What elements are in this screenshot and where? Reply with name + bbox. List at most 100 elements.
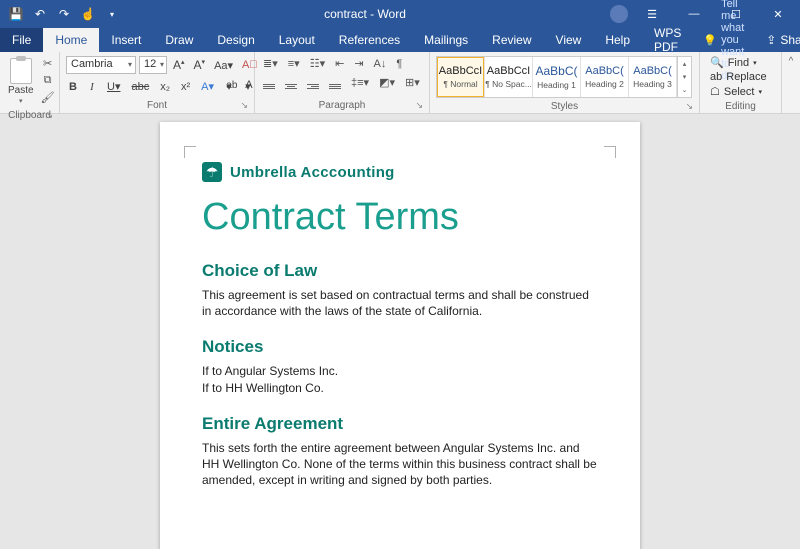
borders-button[interactable]: ⊞▾ bbox=[403, 75, 422, 90]
dialog-launcher-icon[interactable]: ↘ bbox=[240, 100, 248, 111]
align-right-button[interactable] bbox=[305, 75, 321, 90]
tab-wps-pdf[interactable]: WPS PDF bbox=[642, 28, 693, 52]
window-title: contract - Word bbox=[120, 7, 610, 21]
cursor-icon: ☖ bbox=[710, 85, 720, 98]
page: ☂ Umbrella Acccounting Contract Terms Ch… bbox=[160, 122, 640, 549]
style-name: ¶ No Spac... bbox=[485, 79, 532, 89]
tab-layout[interactable]: Layout bbox=[267, 28, 327, 52]
style-sample: AaBbC( bbox=[633, 65, 672, 77]
document-title: Contract Terms bbox=[202, 196, 598, 239]
title-bar: 💾 ↶ ↷ ☝ ▾ contract - Word ☰ — ☐ ✕ bbox=[0, 0, 800, 28]
format-painter-icon[interactable]: 🖌 bbox=[40, 90, 56, 104]
text-effects-button[interactable]: A▾ bbox=[198, 79, 217, 94]
group-label-font: Font↘ bbox=[64, 99, 250, 113]
chevron-down-icon: ▾ bbox=[160, 60, 164, 69]
tab-design[interactable]: Design bbox=[205, 28, 266, 52]
font-name-combo[interactable]: Cambria▾ bbox=[66, 56, 136, 74]
close-button[interactable]: ✕ bbox=[760, 0, 796, 28]
replace-button[interactable]: abReplace bbox=[706, 71, 771, 83]
tab-insert[interactable]: Insert bbox=[99, 28, 153, 52]
styles-gallery-more[interactable]: ▴▾⌄ bbox=[677, 57, 691, 97]
dialog-launcher-icon[interactable]: ↘ bbox=[415, 100, 423, 111]
tab-draw[interactable]: Draw bbox=[153, 28, 205, 52]
italic-button[interactable]: I bbox=[85, 80, 99, 94]
quick-access-toolbar: 💾 ↶ ↷ ☝ ▾ bbox=[0, 6, 120, 22]
style-name: Heading 2 bbox=[585, 79, 624, 89]
style-heading-2[interactable]: AaBbC( Heading 2 bbox=[581, 57, 629, 97]
undo-icon[interactable]: ↶ bbox=[32, 6, 48, 22]
crop-mark bbox=[604, 146, 616, 158]
multilevel-list-button[interactable]: ☷▾ bbox=[308, 56, 327, 71]
font-color-button[interactable]: A▾ bbox=[241, 79, 255, 94]
change-case-button[interactable]: Aa▾ bbox=[211, 58, 236, 73]
tab-home[interactable]: Home bbox=[43, 28, 99, 52]
font-size-combo[interactable]: 12▾ bbox=[139, 56, 167, 74]
align-center-button[interactable] bbox=[283, 75, 299, 90]
styles-gallery: AaBbCcI ¶ Normal AaBbCcI ¶ No Spac... Aa… bbox=[436, 56, 692, 98]
redo-icon[interactable]: ↷ bbox=[56, 6, 72, 22]
style-sample: AaBbCcI bbox=[439, 65, 482, 77]
tab-file[interactable]: File bbox=[0, 28, 43, 52]
tab-help[interactable]: Help bbox=[593, 28, 642, 52]
style-sample: AaBbC( bbox=[585, 65, 624, 77]
shading-button[interactable]: ◩▾ bbox=[377, 75, 397, 90]
line-spacing-button[interactable]: ‡≡▾ bbox=[349, 75, 371, 90]
tab-mailings[interactable]: Mailings bbox=[412, 28, 480, 52]
style-no-spacing[interactable]: AaBbCcI ¶ No Spac... bbox=[485, 57, 533, 97]
style-normal[interactable]: AaBbCcI ¶ Normal bbox=[437, 57, 485, 97]
style-name: Heading 3 bbox=[633, 79, 672, 89]
copy-icon[interactable]: ⧉ bbox=[40, 73, 56, 87]
ribbon: Paste ▾ ✂ ⧉ 🖌 Clipboard↘ Cambria▾ 12▾ A▴… bbox=[0, 52, 800, 114]
sort-button[interactable]: A↓ bbox=[372, 57, 389, 71]
tab-view[interactable]: View bbox=[544, 28, 594, 52]
section-body: This sets forth the entire agreement bet… bbox=[202, 440, 598, 489]
ribbon-options-icon[interactable]: ☰ bbox=[634, 0, 670, 28]
select-button[interactable]: ☖Select▾ bbox=[706, 85, 771, 98]
show-marks-button[interactable]: ¶ bbox=[394, 57, 404, 71]
dialog-launcher-icon[interactable]: ↘ bbox=[685, 101, 693, 112]
document-area[interactable]: ☂ Umbrella Acccounting Contract Terms Ch… bbox=[0, 114, 800, 549]
user-avatar[interactable] bbox=[610, 5, 628, 23]
justify-button[interactable] bbox=[327, 75, 343, 90]
section-heading: Entire Agreement bbox=[202, 414, 598, 434]
underline-button[interactable]: U▾ bbox=[104, 79, 123, 94]
qat-dropdown-icon[interactable]: ▾ bbox=[104, 6, 120, 22]
tell-me-search[interactable]: 💡 Tell me what you want to do bbox=[693, 28, 754, 52]
decrease-indent-button[interactable]: ⇤ bbox=[333, 56, 346, 71]
share-button[interactable]: ⇪ Share bbox=[754, 28, 800, 52]
group-label-styles: Styles↘ bbox=[434, 100, 695, 114]
minimize-button[interactable]: — bbox=[676, 0, 712, 28]
strikethrough-button[interactable]: abc bbox=[128, 80, 152, 94]
superscript-button[interactable]: x² bbox=[178, 80, 193, 94]
clipboard-icon bbox=[10, 58, 32, 84]
cut-icon[interactable]: ✂ bbox=[40, 56, 56, 70]
dialog-launcher-icon[interactable]: ↘ bbox=[45, 110, 53, 121]
shrink-font-button[interactable]: A▾ bbox=[191, 57, 209, 73]
style-heading-3[interactable]: AaBbC( Heading 3 bbox=[629, 57, 677, 97]
bullets-button[interactable]: ≣▾ bbox=[261, 56, 280, 71]
find-button[interactable]: 🔍Find▾ bbox=[706, 56, 771, 69]
section-body: This agreement is set based on contractu… bbox=[202, 287, 598, 319]
lightbulb-icon: 💡 bbox=[703, 34, 717, 47]
increase-indent-button[interactable]: ⇥ bbox=[352, 56, 365, 71]
section-heading: Notices bbox=[202, 337, 598, 357]
subscript-button[interactable]: x₂ bbox=[157, 80, 173, 94]
grow-font-button[interactable]: A▴ bbox=[170, 57, 188, 73]
collapse-ribbon-icon[interactable]: ^ bbox=[789, 56, 794, 67]
style-heading-1[interactable]: AaBbC( Heading 1 bbox=[533, 57, 581, 97]
search-icon: 🔍 bbox=[710, 56, 724, 69]
tab-references[interactable]: References bbox=[327, 28, 412, 52]
save-icon[interactable]: 💾 bbox=[8, 6, 24, 22]
style-sample: AaBbC( bbox=[535, 64, 577, 78]
paste-label: Paste bbox=[8, 85, 34, 96]
align-left-button[interactable] bbox=[261, 75, 277, 90]
group-label-paragraph: Paragraph↘ bbox=[259, 99, 425, 113]
ribbon-tabs: File Home Insert Draw Design Layout Refe… bbox=[0, 28, 800, 52]
paste-button[interactable]: Paste ▾ bbox=[6, 56, 36, 107]
numbering-button[interactable]: ≡▾ bbox=[286, 56, 302, 71]
highlight-button[interactable]: ab▾ bbox=[222, 79, 236, 94]
tab-review[interactable]: Review bbox=[480, 28, 543, 52]
touch-mode-icon[interactable]: ☝ bbox=[80, 6, 96, 22]
bold-button[interactable]: B bbox=[66, 80, 80, 94]
group-styles: AaBbCcI ¶ Normal AaBbCcI ¶ No Spac... Aa… bbox=[430, 52, 700, 113]
